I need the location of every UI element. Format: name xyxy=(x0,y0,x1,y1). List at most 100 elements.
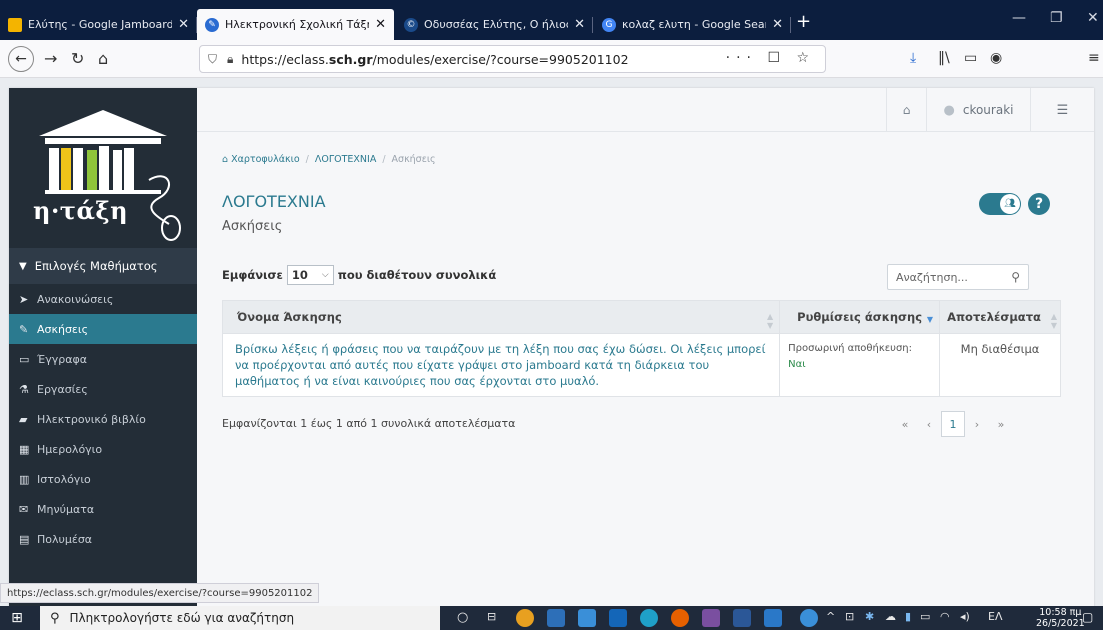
column-header-label: Αποτελέσματα xyxy=(947,310,1041,324)
sort-icon[interactable]: ▲ ▼ xyxy=(1051,312,1057,330)
language-indicator[interactable]: ΕΛ xyxy=(988,610,1002,623)
next-page-button[interactable]: › xyxy=(965,412,989,436)
sort-desc-icon[interactable]: ▼ xyxy=(927,315,933,324)
taskbar-clock[interactable]: 10:58 πμ 26/5/2021 xyxy=(1036,607,1085,629)
sidebar-item-announcements[interactable]: ➤ Ανακοινώσεις xyxy=(9,284,197,314)
task-view-icon[interactable]: ⊟ xyxy=(487,610,496,623)
help-icon[interactable]: ? xyxy=(1028,193,1050,215)
course-title[interactable]: ΛΟΓΟΤΕΧΝΙΑ xyxy=(222,192,326,211)
downloads-icon[interactable]: ⤓ xyxy=(910,50,916,66)
url-path: /modules/exercise/?course=9905201102 xyxy=(372,51,629,67)
browser-tab-google[interactable]: G κολαζ ελυτη - Google Search ✕ xyxy=(594,9,791,40)
breadcrumb-home-label: Χαρτοφυλάκιο xyxy=(231,154,300,165)
new-tab-button[interactable]: + xyxy=(796,11,811,32)
firefox-icon[interactable] xyxy=(671,609,689,627)
word-icon[interactable] xyxy=(733,609,751,627)
home-button[interactable]: ⌂ xyxy=(886,88,926,132)
reload-icon[interactable]: ↻ xyxy=(71,49,84,68)
column-header-settings[interactable]: Ρυθμίσεις άσκησης ▼ xyxy=(779,300,941,334)
column-header-results[interactable]: Αποτελέσματα ▲ ▼ xyxy=(939,300,1061,334)
sidebar-icon[interactable]: ▭ xyxy=(964,50,977,66)
photos-icon[interactable] xyxy=(764,609,782,627)
sidebar-item-messages[interactable]: ✉ Μηνύματα xyxy=(9,494,197,524)
url-bar[interactable]: ⛉ 🔒︎ https://eclass. sch.gr/modules/exerc… xyxy=(199,45,826,73)
sidebar-item-documents[interactable]: ▭ Έγγραφα xyxy=(9,344,197,374)
outlook-icon[interactable] xyxy=(609,609,627,627)
column-header-name[interactable]: Όνομα Άσκησης ▲ ▼ xyxy=(221,300,781,334)
eclass-logo[interactable]: η·τάξη xyxy=(9,88,197,248)
store-icon[interactable] xyxy=(547,609,565,627)
first-page-button[interactable]: « xyxy=(893,412,917,436)
close-tab-icon[interactable]: ✕ xyxy=(772,17,783,32)
breadcrumb-course[interactable]: ΛΟΓΟΤΕΧΝΙΑ xyxy=(315,154,376,165)
sidebar-item-label: Έγγραφα xyxy=(37,352,87,366)
sidebar-item-calendar[interactable]: ▦ Ημερολόγιο xyxy=(9,434,197,464)
cortana-icon[interactable]: ○ xyxy=(457,610,468,625)
shield-icon[interactable]: ⛉ xyxy=(208,52,217,67)
home-icon[interactable]: ⌂ xyxy=(98,49,108,68)
sidebar-item-assignments[interactable]: ⚗ Εργασίες xyxy=(9,374,197,404)
eclass-app: η·τάξη ▼ Επιλογές Μαθήματος ➤ Ανακοινώσε… xyxy=(9,88,1094,606)
help-app-icon[interactable] xyxy=(800,609,818,627)
usb-icon[interactable]: ▮ xyxy=(905,610,911,623)
settings-button[interactable]: ☰ xyxy=(1031,88,1094,132)
sidebar-item-exercises[interactable]: ✎ Ασκήσεις xyxy=(9,314,197,344)
logo-text: η·τάξη xyxy=(33,196,129,225)
restore-icon[interactable]: ❐ xyxy=(1050,10,1063,26)
page-viewport: η·τάξη ▼ Επιλογές Μαθήματος ➤ Ανακοινώσε… xyxy=(0,78,1103,606)
sort-icon[interactable]: ▲ ▼ xyxy=(767,312,773,330)
close-window-icon[interactable]: ✕ xyxy=(1087,10,1099,26)
minimize-icon[interactable]: — xyxy=(1012,10,1026,26)
taskbar-search[interactable]: ⚲ Πληκτρολογήστε εδώ για αναζήτηση xyxy=(40,606,440,630)
search-icon[interactable]: ⚲ xyxy=(1011,270,1020,284)
chrome-icon[interactable] xyxy=(516,609,534,627)
sidebar-item-ebook[interactable]: ▰ Ηλεκτρονικό βιβλίο xyxy=(9,404,197,434)
page-size-select[interactable]: 10 ⌵ xyxy=(286,265,334,285)
user-menu[interactable]: ● ckouraki xyxy=(926,88,1031,132)
file-explorer-icon[interactable] xyxy=(578,609,596,627)
breadcrumb-home[interactable]: ⌂ Χαρτοφυλάκιο xyxy=(222,154,300,165)
page-1-button[interactable]: 1 xyxy=(941,411,965,437)
dropbox-icon[interactable]: ✱ xyxy=(865,610,874,623)
taskbar: ⊞ ⚲ Πληκτρολογήστε εδώ για αναζήτηση ○ ⊟… xyxy=(0,606,1103,630)
wifi-icon[interactable]: ◠ xyxy=(940,610,950,623)
sidebar-item-label: Ανακοινώσεις xyxy=(37,292,114,306)
last-page-button[interactable]: » xyxy=(989,412,1013,436)
notifications-icon[interactable]: ▢ xyxy=(1082,610,1093,624)
sidebar-menu: ➤ Ανακοινώσεις ✎ Ασκήσεις ▭ Έγγραφα ⚗ Ερ… xyxy=(9,284,197,554)
close-tab-icon[interactable]: ✕ xyxy=(574,17,585,32)
lock-icon[interactable]: 🔒︎ xyxy=(227,52,233,67)
edge-icon[interactable] xyxy=(640,609,658,627)
page-actions-icon[interactable]: ··· ☐ ☆ xyxy=(726,50,815,66)
view-mode-toggle[interactable]: 👥︎ xyxy=(979,193,1021,215)
settings-value: Ναι xyxy=(788,359,806,370)
forward-icon[interactable]: → xyxy=(44,49,57,68)
close-tab-icon[interactable]: ✕ xyxy=(375,17,386,32)
volume-icon[interactable]: ◂) xyxy=(960,610,970,623)
onedrive-icon[interactable]: ☁ xyxy=(885,610,896,623)
settings-label: Προσωρινή αποθήκευση: xyxy=(788,343,912,354)
exercise-settings-cell: Προσωρινή αποθήκευση: Ναι xyxy=(779,333,941,397)
sidebar-item-multimedia[interactable]: ▤ Πολυμέσα xyxy=(9,524,197,554)
sidebar-item-label: Ηλεκτρονικό βιβλίο xyxy=(37,412,146,426)
search-input[interactable]: Αναζήτηση... ⚲ xyxy=(887,264,1029,290)
close-tab-icon[interactable]: ✕ xyxy=(178,17,189,32)
battery-icon[interactable]: ▭ xyxy=(920,610,930,623)
exercise-name-link[interactable]: Βρίσκω λέξεις ή φράσεις που να ταιράζουν… xyxy=(221,333,781,397)
paint-icon[interactable] xyxy=(702,609,720,627)
tray-chevron-icon[interactable]: ^ xyxy=(826,610,835,623)
chevron-down-icon: ⌵ xyxy=(321,270,329,280)
browser-tab-elytis[interactable]: © Οδυσσέας Ελύτης, Ο ήλιος ο ηλ ✕ xyxy=(396,9,593,40)
menu-icon[interactable]: ≡ xyxy=(1088,50,1100,66)
prev-page-button[interactable]: ‹ xyxy=(917,412,941,436)
library-icon[interactable]: ‖\ xyxy=(938,50,950,66)
tab-title: Οδυσσέας Ελύτης, Ο ήλιος ο ηλ xyxy=(424,18,568,31)
sidebar-item-blog[interactable]: ▥ Ιστολόγιο xyxy=(9,464,197,494)
back-icon[interactable]: ← xyxy=(8,46,34,72)
account-icon[interactable]: ◉ xyxy=(990,50,1002,66)
sidebar-section-header[interactable]: ▼ Επιλογές Μαθήματος xyxy=(9,248,197,284)
browser-tab-eclass[interactable]: ✎ Ηλεκτρονική Σχολική Τάξη (η- ✕ xyxy=(197,9,394,40)
windows-start-icon[interactable]: ⊞ xyxy=(6,608,28,628)
browser-tab-jamboard[interactable]: Ελύτης - Google Jamboard ✕ xyxy=(0,9,197,40)
tray-icon[interactable]: ⊡ xyxy=(845,610,854,623)
